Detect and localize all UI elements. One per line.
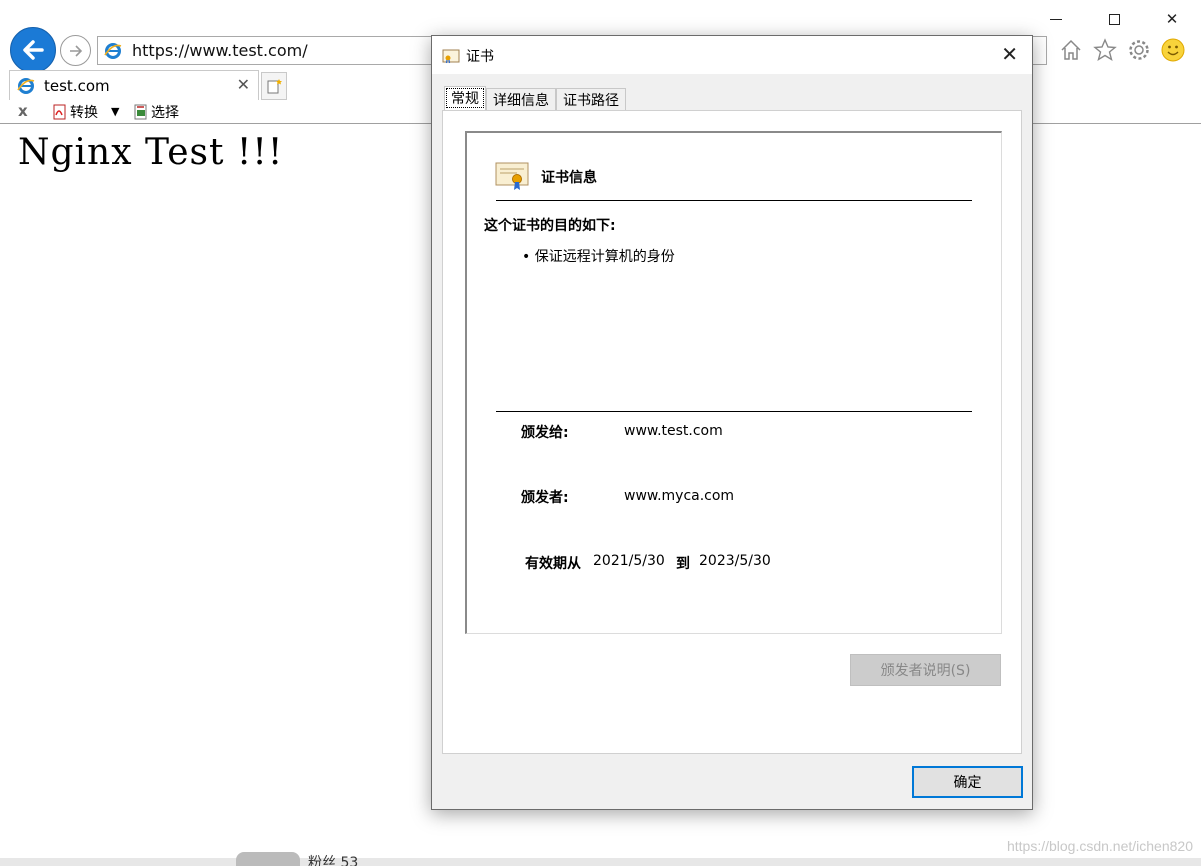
valid-to-value: 2023/5/30 [699,553,771,569]
settings-gear-icon[interactable] [1126,37,1152,63]
tab-certification-path[interactable]: 证书路径 [556,88,626,110]
address-url: https://www.test.com/ [132,41,308,60]
arrow-right-icon [69,44,82,57]
window-controls: ✕ [1027,8,1201,30]
new-tab-icon [267,79,282,94]
maximize-button[interactable] [1085,8,1143,30]
browser-tab[interactable]: test.com ✕ [9,70,259,100]
purpose-title: 这个证书的目的如下: [484,218,616,234]
close-window-button[interactable]: ✕ [1143,8,1201,30]
page-heading: Nginx Test !!! [18,132,284,173]
home-icon[interactable] [1058,37,1084,63]
certificate-info-box: 证书信息 这个证书的目的如下: • 保证远程计算机的身份 颁发给: www.te… [465,131,1002,634]
convert-button[interactable]: 转换 [52,102,98,122]
purpose-item: • 保证远程计算机的身份 [522,249,675,265]
dialog-close-icon[interactable]: ✕ [1001,42,1018,66]
watermark: https://blog.csdn.net/ichen820 [1006,838,1193,854]
valid-from-value: 2021/5/30 [593,553,665,569]
new-tab-button[interactable] [261,72,287,100]
convert-label: 转换 [70,105,98,121]
dialog-tabs: 常规 详细信息 证书路径 [444,86,626,110]
dialog-title: 证书 [466,49,494,65]
select-button[interactable]: 选择 [133,102,179,122]
tab-close-icon[interactable]: ✕ [237,75,250,94]
certificate-dialog: 证书 ✕ 常规 详细信息 证书路径 证书信息 这个证书的目的如下: • 保证远程… [431,35,1033,810]
forward-button[interactable] [60,35,91,66]
back-button[interactable] [10,27,56,73]
issued-by-label: 颁发者: [521,490,569,506]
arrow-left-icon [23,40,44,60]
issued-to-label: 颁发给: [521,425,569,441]
select-pdf-icon [134,104,147,120]
divider [496,411,972,412]
favorites-star-icon[interactable] [1092,37,1118,63]
select-label: 选择 [151,105,179,121]
ie-icon [17,77,35,99]
bottom-page-strip [0,858,1201,866]
dialog-titlebar: 证书 ✕ [432,36,1032,74]
fans-count: 粉丝 53 [308,855,359,866]
smiley-feedback-icon[interactable] [1160,37,1186,63]
valid-to-label: 到 [676,556,690,572]
ok-button[interactable]: 确定 [912,766,1023,798]
pdf-icon [53,104,66,120]
issuer-statement-button[interactable]: 颁发者说明(S) [850,654,1001,686]
valid-from-label: 有效期从 [525,556,581,572]
browser-toolbar-icons [1058,37,1186,63]
issued-by-value: www.myca.com [624,488,735,504]
divider [496,200,972,201]
tab-details[interactable]: 详细信息 [486,88,556,110]
general-tab-panel: 证书信息 这个证书的目的如下: • 保证远程计算机的身份 颁发给: www.te… [442,110,1022,754]
ie-icon [104,42,122,64]
tab-general[interactable]: 常规 [444,86,486,110]
issued-to-value: www.test.com [624,423,723,439]
avatar [236,852,300,866]
certificate-info-header: 证书信息 [541,170,597,186]
certificate-icon [442,48,460,68]
convert-dropdown-icon[interactable]: ▼ [111,105,119,118]
certificate-info-icon [495,161,529,195]
tab-title: test.com [44,77,110,95]
minimize-button[interactable] [1027,8,1085,30]
close-toolbar-icon[interactable]: x [18,102,28,120]
